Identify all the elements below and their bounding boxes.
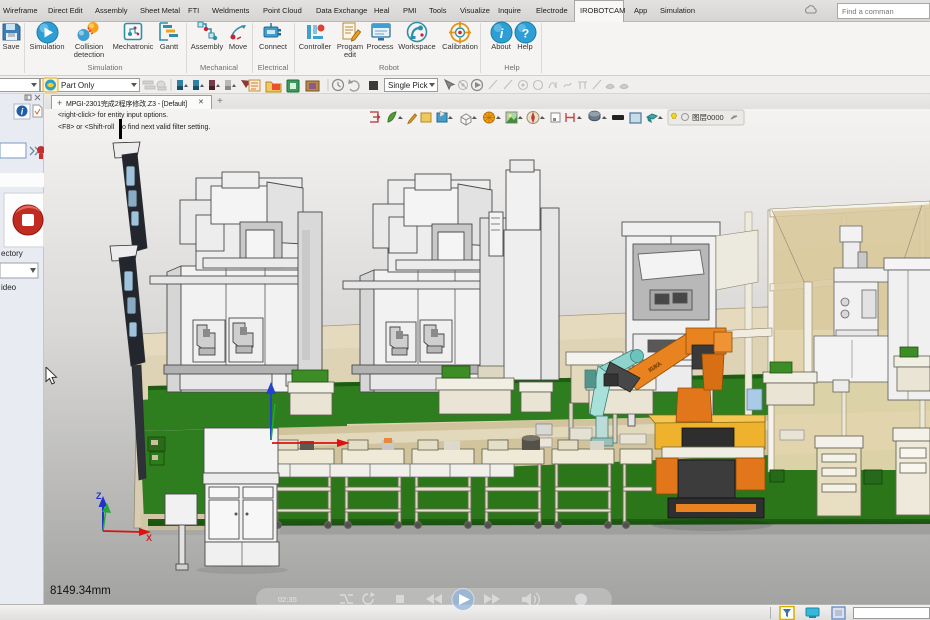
svg-text:图层0000: 图层0000 — [692, 113, 724, 122]
svg-text:Z: Z — [96, 491, 102, 501]
svg-text:X: X — [146, 533, 152, 543]
svg-text:02:35: 02:35 — [278, 595, 297, 604]
